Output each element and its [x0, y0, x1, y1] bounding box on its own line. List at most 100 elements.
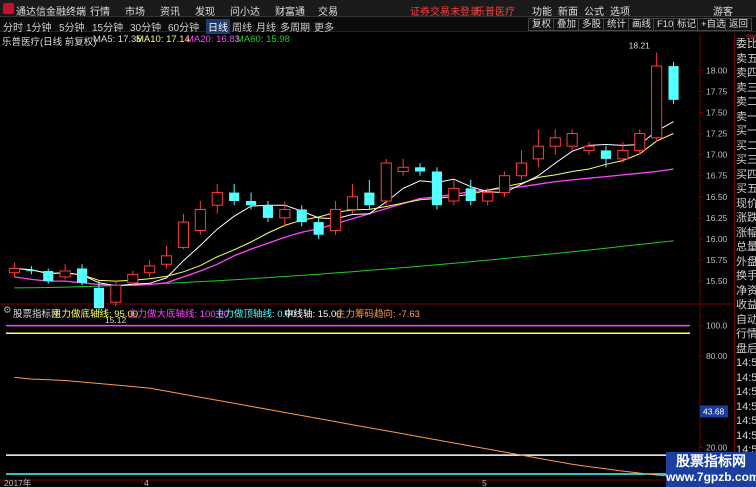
side-panel-item[interactable]: 委比 — [736, 38, 756, 51]
period-monthly[interactable]: 月线 — [256, 19, 276, 34]
candle-body-up — [583, 145, 595, 151]
btn-fuquan[interactable]: 复权 — [528, 18, 556, 31]
period-multi[interactable]: 多周期 — [280, 19, 310, 34]
watermark-url: www.7gpzb.com — [666, 470, 756, 484]
side-panel-item[interactable]: 买五 — [736, 183, 756, 196]
menu-wenxiaoda[interactable]: 问小达 — [230, 3, 260, 18]
side-panel-item[interactable]: 买三 — [736, 154, 756, 167]
side-panel-item[interactable]: 14:56 — [736, 415, 756, 428]
candle-body-up — [279, 208, 291, 219]
btn-back[interactable]: 返回 — [725, 18, 753, 31]
user-guest[interactable]: 游客 — [713, 3, 733, 18]
candle-body-up — [498, 175, 511, 194]
side-panel-item[interactable]: 卖一 — [736, 111, 756, 124]
side-panel-item[interactable]: 净资 — [736, 285, 756, 298]
period-more[interactable]: 更多 — [314, 19, 334, 34]
side-panel-item[interactable]: 买二 — [736, 140, 756, 153]
candle-body-down — [245, 201, 257, 206]
side-panel-item[interactable]: 总量 — [736, 241, 756, 254]
site-watermark: 股票指标网 www.7gpzb.com — [666, 452, 756, 487]
side-panel-item[interactable]: 外盘 — [736, 256, 756, 269]
candle-body-up — [160, 255, 173, 265]
stock-name-title: 乐普医疗 — [475, 7, 515, 18]
tool-gongshi[interactable]: 公式 — [584, 3, 604, 18]
side-panel-item[interactable]: 14:56 — [736, 357, 756, 370]
candle-body-up — [482, 192, 494, 202]
candle-body-up — [144, 265, 156, 274]
btn-biaoji[interactable]: 标记 — [673, 18, 701, 31]
time-axis-label: 4 — [144, 478, 149, 487]
candle-body-up — [194, 208, 206, 232]
side-panel-item[interactable]: 涨幅 — [736, 227, 756, 240]
candle-body-up — [617, 149, 629, 160]
btn-huaxian[interactable]: 画线 — [628, 18, 656, 31]
side-panel-item[interactable]: 卖三 — [736, 82, 756, 95]
period-daily[interactable]: 日线 — [206, 19, 230, 34]
side-panel-item[interactable]: 买一 — [736, 125, 756, 138]
menu-shichang[interactable]: 市场 — [125, 3, 145, 18]
period-60min[interactable]: 60分钟 — [168, 19, 199, 34]
side-panel-item[interactable]: 买四 — [736, 169, 756, 182]
side-panel-item[interactable]: 现价 — [736, 198, 756, 211]
period-30min[interactable]: 30分钟 — [130, 19, 161, 34]
tool-gongneng[interactable]: 功能 — [532, 3, 552, 18]
btn-diejia[interactable]: 叠加 — [553, 18, 581, 31]
side-panel-item[interactable]: 14:56 — [736, 430, 756, 443]
tool-xinmian[interactable]: 新面 — [558, 3, 578, 18]
side-panel-item[interactable]: 行情 — [736, 328, 756, 341]
menu-hangqing[interactable]: 行情 — [90, 3, 110, 18]
candle-body-up — [211, 192, 223, 206]
candle-body-down — [465, 188, 476, 202]
login-notice[interactable]: 证券交易未登录 — [410, 3, 480, 18]
side-panel-item[interactable]: 涨跌 — [736, 212, 756, 225]
side-panel-item[interactable]: 14:56 — [736, 386, 756, 399]
menu-faxian[interactable]: 发现 — [195, 3, 215, 18]
side-panel-item[interactable]: 14:56 — [736, 401, 756, 414]
period-5min[interactable]: 5分钟 — [59, 19, 85, 34]
candle-body-up — [110, 284, 122, 303]
price-axis-label: 16.75 — [706, 171, 728, 181]
price-axis-label: 16.50 — [706, 192, 728, 202]
ind-do-di: 主力做底轴线: 95.00 — [52, 309, 139, 320]
app-logo-icon — [3, 3, 14, 14]
candle-body-up — [448, 187, 460, 202]
side-panel-item[interactable]: 换手 — [736, 270, 756, 283]
btn-tongji[interactable]: 统计 — [603, 18, 631, 31]
candle-body-up — [634, 133, 646, 151]
side-panel-item[interactable]: 盘后 — [736, 343, 756, 356]
title-bar: 通达信金融终端 行情 市场 资讯 发现 问小达 财富通 交易 证券交易未登录 乐… — [0, 0, 756, 18]
period-weekly[interactable]: 周线 — [232, 19, 252, 34]
candle-body-down — [229, 192, 240, 202]
candle-body-up — [346, 196, 359, 210]
ind-chouma: 主力筹码趋向: -7.63 — [336, 309, 420, 320]
side-panel-item[interactable]: 收益 — [736, 299, 756, 312]
tool-xuanxiang[interactable]: 选项 — [610, 3, 630, 18]
candle-body-up — [8, 267, 21, 274]
ma10-line — [14, 133, 674, 282]
candle-body-down — [414, 167, 426, 172]
period-15min[interactable]: 15分钟 — [92, 19, 123, 34]
candle-body-up — [329, 208, 342, 232]
candle-body-up — [651, 65, 663, 139]
side-panel-item[interactable]: 14:56 — [736, 372, 756, 385]
candle-body-down — [296, 209, 307, 223]
side-panel-item[interactable]: 自动 — [736, 314, 756, 327]
price-axis-label: 15.50 — [706, 276, 728, 286]
menu-caifutong[interactable]: 财富通 — [275, 3, 305, 18]
candle-body-down — [76, 268, 88, 283]
price-axis-label: 17.50 — [706, 107, 728, 117]
side-panel-item[interactable]: 卖二 — [736, 96, 756, 109]
kline-chart[interactable]: 18.2115.12 18.0017.7517.5017.2517.0016.7… — [0, 33, 734, 487]
gear-icon[interactable]: ⚙ — [3, 305, 12, 316]
price-axis-label: 17.00 — [706, 150, 728, 160]
btn-duogu[interactable]: 多股 — [578, 18, 606, 31]
side-panel-item[interactable]: 卖四 — [736, 67, 756, 80]
period-1min[interactable]: 1分钟 — [26, 19, 52, 34]
time-axis-label: 2017年 — [4, 478, 32, 487]
menu-zixun[interactable]: 资讯 — [160, 3, 180, 18]
candle-body-down — [431, 171, 443, 206]
menu-jiaoyi[interactable]: 交易 — [318, 3, 338, 18]
period-fenshi[interactable]: 分时 — [3, 19, 23, 34]
side-panel-item[interactable]: 卖五 — [736, 53, 756, 66]
candle-body-down — [26, 270, 37, 272]
